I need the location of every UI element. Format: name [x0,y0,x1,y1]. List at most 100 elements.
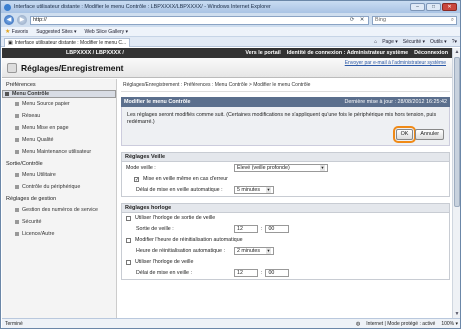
sidebar-item-securite[interactable]: Sécurité [2,216,116,228]
ie-logo-icon [4,3,11,11]
reinit-time-label: Heure de réinitialisation automatique : [136,248,225,254]
top-bar: LBPXXXX / LBPXXXX / Vers le portail Iden… [2,48,452,58]
tab-bar: ▣ Interface utilisateur distante : Modif… [1,37,460,47]
address-input[interactable]: http:// ⟳ ✕ [30,15,369,25]
app-header: Réglages/Enregistrement Envoyer par e-ma… [2,58,452,78]
minimize-button[interactable]: – [410,3,425,11]
panel-veille-title: Réglages Veille [122,153,449,162]
veille-erreur-checkbox[interactable]: ✓ [134,176,139,182]
forward-icon[interactable]: ▶ [17,15,27,25]
horloge-veille-label: Utiliser l'horloge de veille [135,259,194,265]
tools-menu[interactable]: Outils ▾ [430,39,447,45]
scroll-thumb[interactable] [454,57,460,207]
vertical-scrollbar[interactable]: ▲ ▼ [452,48,460,318]
status-text: Terminé [5,321,23,327]
mode-veille-select[interactable]: Elevé (veille profonde) ▼ [234,164,328,172]
bullet-icon [15,232,19,236]
window-title: Interface utilisateur distante : Modifie… [14,4,271,10]
sidebar-section-sortie: Sortie/Contrôle [6,161,43,167]
sidebar-item-utilitaire[interactable]: Menu Utilitaire [2,169,116,181]
delai-veille-label: Délai de mise en veille automatique : [136,187,223,193]
fav-link-webslice[interactable]: Web Slice Gallery ▾ [85,29,129,35]
bullet-icon [15,173,19,177]
bullet-icon [15,220,19,224]
favorites-bar: ★ Favoris Suggested Sites ▾ Web Slice Ga… [1,27,460,37]
search-input[interactable]: Bing ⌕ [372,15,457,25]
veille-erreur-label: Mise en veille même en cas d'erreur [143,176,228,182]
confirm-message-box: Les réglages seront modifiés comme suit.… [121,107,450,146]
page-icon: ▣ [8,39,13,46]
bullet-icon [15,150,19,154]
panel-veille: Réglages Veille Mode veille : Elevé (vei… [121,152,450,197]
maximize-button[interactable]: □ [426,3,441,11]
chevron-down-icon: ▼ [266,187,271,193]
panel-horloge-title: Réglages horloge [122,204,449,213]
section-header: Modifier le menu Contrôle Dernière mise … [121,97,450,107]
portal-link[interactable]: Vers le portail [245,50,280,56]
delai-veille-select[interactable]: 5 minutes ▼ [234,186,274,194]
sortie-hour-input[interactable]: 12 [234,225,258,233]
ok-button[interactable]: OK [392,126,417,143]
bullet-icon [15,138,19,142]
refresh-icon[interactable]: ⟳ [348,17,356,23]
sidebar-item-source-papier[interactable]: Menu Source papier [2,98,116,110]
fav-link-suggested[interactable]: Suggested Sites ▾ [36,29,76,35]
security-menu[interactable]: Sécurité ▾ [403,39,425,45]
window-titlebar: Interface utilisateur distante : Modifie… [1,1,460,13]
scroll-up-icon[interactable]: ▲ [453,48,460,56]
bullet-icon [15,126,19,130]
logout-link[interactable]: Déconnexion [414,50,448,56]
address-bar: ◀ ▶ http:// ⟳ ✕ Bing ⌕ [1,13,460,27]
veille-minute-input[interactable]: 00 [265,269,290,277]
sidebar-item-mise-en-page[interactable]: Menu Mise en page [2,122,116,134]
sortie-veille-label: Sortie de veille : [136,226,174,232]
main-area: Réglages/Enregistrement : Préférences : … [121,79,450,318]
cancel-button[interactable]: Annuler [415,129,444,140]
bullet-icon [5,92,9,96]
sidebar-item-numeros-service[interactable]: Gestion des numéros de service [2,204,116,216]
sidebar: Préférences Menu Contrôle Menu Source pa… [2,79,117,318]
globe-icon: ◍ [355,321,361,327]
scroll-down-icon[interactable]: ▼ [453,310,460,318]
sidebar-item-menu-controle[interactable]: Menu Contrôle [2,90,116,98]
veille-hour-input[interactable]: 12 [234,269,258,277]
page-title: Réglages/Enregistrement [21,62,124,73]
sidebar-item-controle-peripherique[interactable]: Contrôle du périphérique [2,181,116,193]
confirm-message: Les réglages seront modifiés comme suit.… [127,112,437,125]
page-content: LBPXXXX / LBPXXXX / Vers le portail Iden… [2,48,452,318]
sidebar-item-reseau[interactable]: Réseau [2,110,116,122]
zoom-level[interactable]: 100% ▾ [441,321,458,327]
mode-veille-label: Mode veille : [126,165,156,171]
horloge-sortie-checkbox[interactable] [126,215,131,221]
tab-remote-ui[interactable]: ▣ Interface utilisateur distante : Modif… [4,37,131,47]
help-menu[interactable]: ?▾ [452,39,457,45]
reinit-select[interactable]: 2 minutes ▼ [234,247,274,255]
bullet-icon [15,114,19,118]
delai-label: Délai de mise en veille : [136,270,192,276]
bullet-icon [15,185,19,189]
sidebar-item-qualite[interactable]: Menu Qualité [2,134,116,146]
last-update: Dernière mise à jour : 28/08/2012 16:25:… [344,99,448,105]
mail-admin-link[interactable]: Envoyer par e-mail à l'administrateur sy… [345,60,446,66]
home-icon[interactable]: ⌂ [374,39,377,45]
chevron-down-icon: ▼ [266,248,271,254]
app-logo-icon [7,62,17,73]
star-icon: ★ [5,29,11,35]
reinit-checkbox[interactable] [126,237,131,243]
browser-window: Interface utilisateur distante : Modifie… [0,0,461,329]
close-button[interactable]: ✕ [442,3,457,11]
horloge-veille-checkbox[interactable] [126,259,131,265]
page-menu[interactable]: Page ▾ [382,39,398,45]
stop-icon[interactable]: ✕ [358,17,366,23]
sidebar-item-maintenance[interactable]: Menu Maintenance utilisateur [2,146,116,158]
back-icon[interactable]: ◀ [4,15,14,25]
security-zone: Internet | Mode protégé : activé [366,321,436,327]
sortie-minute-input[interactable]: 00 [265,225,290,233]
sidebar-section-preferences: Préférences [6,82,36,88]
sidebar-item-licence[interactable]: Licence/Autre [2,228,116,240]
bullet-icon [15,102,19,106]
status-bar: Terminé ◍ Internet | Mode protégé : acti… [2,318,460,328]
favorites-button[interactable]: ★ Favoris [5,28,28,35]
search-icon[interactable]: ⌕ [451,17,454,24]
panel-horloge: Réglages horloge Utiliser l'horloge de s… [121,203,450,280]
